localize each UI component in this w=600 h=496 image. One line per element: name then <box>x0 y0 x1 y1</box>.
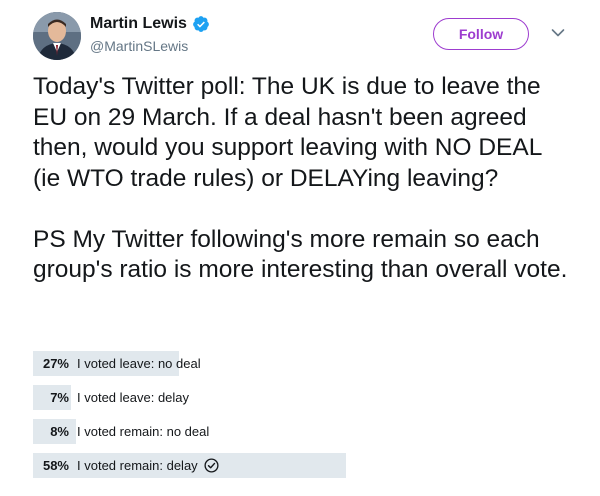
poll-option-label: I voted remain: delay <box>77 458 198 473</box>
poll-option-label: I voted remain: no deal <box>77 424 210 439</box>
poll-percent: 27% <box>42 356 69 371</box>
poll: 27% I voted leave: no deal 7% I voted le… <box>33 351 573 487</box>
follow-button[interactable]: Follow <box>433 18 529 50</box>
poll-percent: 8% <box>50 424 69 439</box>
tweet-paragraph: Today's Twitter poll: The UK is due to l… <box>33 73 542 192</box>
poll-percent: 7% <box>50 390 69 405</box>
poll-option: 8% I voted remain: no deal <box>33 419 573 444</box>
profile-photo <box>33 12 81 60</box>
author-handle[interactable]: @MartinSLewis <box>90 38 188 54</box>
poll-option: 27% I voted leave: no deal <box>33 351 573 376</box>
poll-option: 7% I voted leave: delay <box>33 385 573 410</box>
author-name[interactable]: Martin Lewis <box>90 15 187 33</box>
poll-option: 58% I voted remain: delay <box>33 453 573 478</box>
poll-option-label: I voted leave: no deal <box>77 356 201 371</box>
voted-check-icon <box>204 458 219 473</box>
tweet-text: Today's Twitter poll: The UK is due to l… <box>33 72 573 286</box>
tweet-paragraph: PS My Twitter following's more remain so… <box>33 225 568 284</box>
chevron-down-icon[interactable] <box>551 28 565 38</box>
tweet: Martin Lewis @MartinSLewis Follow Today'… <box>0 0 600 496</box>
poll-percent: 58% <box>42 458 69 473</box>
verified-badge-icon <box>193 16 209 32</box>
avatar[interactable] <box>33 12 81 60</box>
poll-option-label: I voted leave: delay <box>77 390 190 405</box>
